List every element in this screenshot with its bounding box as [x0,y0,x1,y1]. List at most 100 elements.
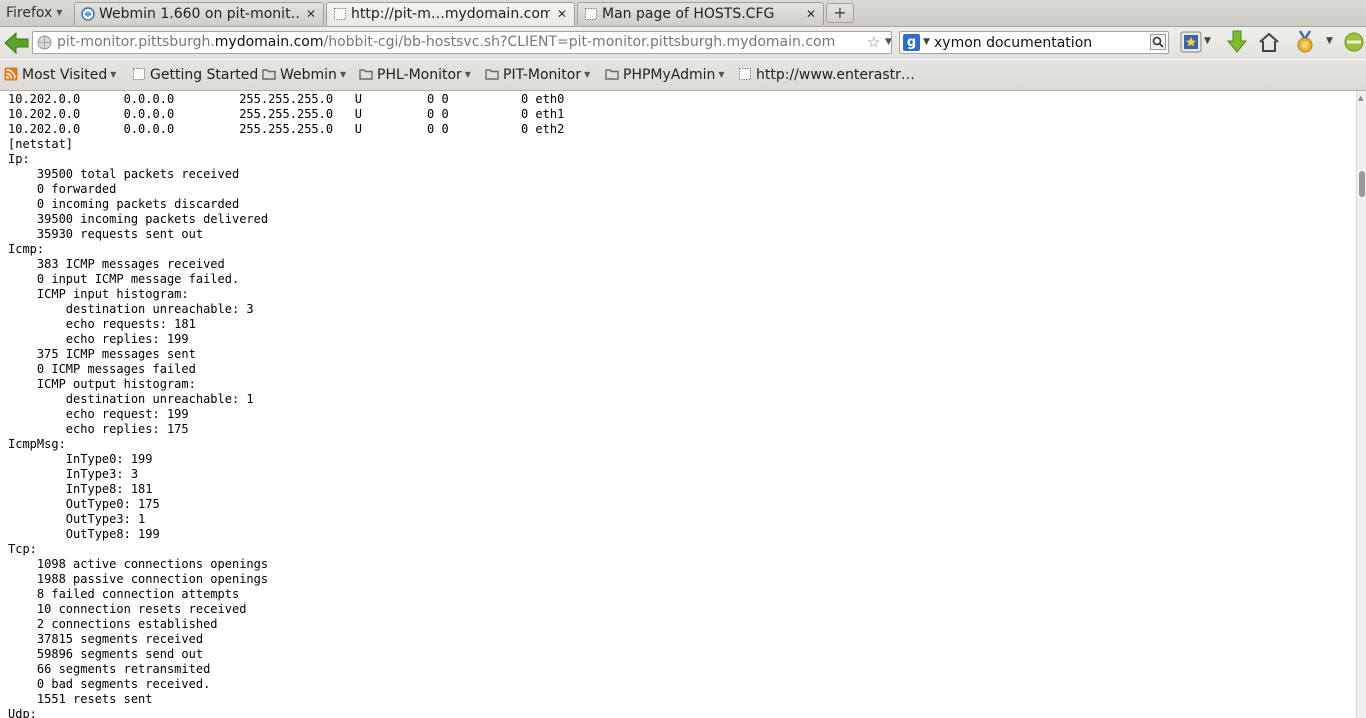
download-arrow-icon[interactable] [1226,30,1248,54]
report-line: 10.202.0.0 0.0.0.0 255.255.255.0 U 0 0 0… [8,107,565,121]
report-line: ICMP input histogram: [8,287,189,301]
report-line: OutType8: 199 [8,527,160,541]
report-line: 2 connections established [8,617,218,631]
tab-hosts-cfg-man[interactable]: Man page of HOSTS.CFG ✕ [577,2,824,25]
bookmark-folder-webmin[interactable]: Webmin ▼ [262,66,346,84]
close-icon[interactable]: ✕ [304,7,318,21]
medal-icon[interactable] [1294,30,1316,54]
report-line: InType0: 199 [8,452,153,466]
close-icon[interactable]: ✕ [555,7,569,21]
blank-page-icon [739,68,751,80]
report-line: Tcp: [8,542,37,556]
bookmark-label: PHPMyAdmin [623,67,716,83]
bookmark-enterasys-link[interactable]: http://www.enterastr… [738,66,915,84]
report-line: echo replies: 175 [8,422,189,436]
chevron-down-icon[interactable]: ▼ [1204,36,1211,46]
google-search-engine-icon[interactable]: g [903,34,920,51]
bookmarks-toolbar: Most Visited ▼ Getting Started Webmin ▼ PH… [0,60,1366,91]
report-line: InType3: 3 [8,467,139,481]
tab-strip: Firefox ▼ Webmin 1.660 on pit-monit… ✕ ht… [0,0,1366,27]
folder-icon [359,69,373,80]
report-line: 1988 passive connection openings [8,572,269,586]
folder-icon [605,69,619,80]
new-tab-button[interactable]: + [826,3,854,23]
tab-webmin[interactable]: Webmin 1.660 on pit-monit… ✕ [74,2,324,25]
search-icon[interactable] [1150,34,1166,50]
report-line: 383 ICMP messages received [8,257,225,271]
bookmark-folder-phpmyadmin[interactable]: PHPMyAdmin ▼ [605,66,725,84]
bookmark-label: PHL-Monitor [377,67,462,83]
extension-icon[interactable] [1344,32,1364,52]
firefox-menu-button[interactable]: Firefox ▼ [0,2,72,24]
scroll-up-icon[interactable]: ▲ [1358,94,1363,102]
report-line: 375 ICMP messages sent [8,347,196,361]
vertical-scrollbar[interactable]: ▲ [1356,91,1366,718]
bookmark-label: PIT-Monitor [503,67,582,83]
report-line: 66 segments retransmited [8,662,211,676]
search-input[interactable] [934,33,1140,52]
report-line: 8 failed connection attempts [8,587,240,601]
report-line: OutType0: 175 [8,497,160,511]
report-line: 0 ICMP messages failed [8,362,196,376]
report-line: 10.202.0.0 0.0.0.0 255.255.255.0 U 0 0 0… [8,122,565,136]
url-bar[interactable]: pit-monitor.pittsburgh.mydomain.com/hobb… [32,31,892,54]
tab-label: Man page of HOSTS.CFG [602,6,775,22]
chevron-down-icon: ▼ [464,70,471,79]
chevron-down-icon: ▼ [110,70,117,79]
chevron-down-icon: ▼ [339,70,347,79]
rss-feed-icon [4,67,18,81]
scrollbar-thumb[interactable] [1359,171,1365,197]
report-line: 0 forwarded [8,182,117,196]
bookmark-getting-started[interactable]: Getting Started [132,66,258,84]
back-arrow-icon[interactable] [3,30,31,56]
report-line: InType8: 181 [8,482,153,496]
blank-page-icon [133,68,145,80]
report-line: 37815 segments received [8,632,204,646]
chevron-down-icon: ▼ [584,70,591,79]
netstat-report-text: 10.202.0.0 0.0.0.0 255.255.255.0 U 0 0 0… [8,92,564,718]
report-line: destination unreachable: 1 [8,392,254,406]
report-line: Icmp: [8,242,45,256]
report-line: 35930 requests sent out [8,227,204,241]
chevron-down-icon[interactable]: ▼ [885,32,891,53]
bookmark-folder-pit-monitor[interactable]: PIT-Monitor ▼ [485,66,590,84]
globe-icon [37,35,52,50]
webmin-icon [81,7,95,21]
bookmark-most-visited[interactable]: Most Visited ▼ [4,66,116,84]
search-bar: g ▼ [899,31,1169,54]
report-line: OutType3: 1 [8,512,146,526]
close-icon[interactable]: ✕ [804,7,818,21]
report-line: 39500 total packets received [8,167,240,181]
report-line: echo requests: 181 [8,317,196,331]
firefox-menu-label: Firefox [6,5,53,21]
report-line: echo replies: 199 [8,332,189,346]
bookmark-folder-phl-monitor[interactable]: PHL-Monitor ▼ [359,66,471,84]
report-line: ICMP output histogram: [8,377,196,391]
report-line: 0 bad segments received. [8,677,211,691]
report-line: 10 connection resets received [8,602,247,616]
page-content: 10.202.0.0 0.0.0.0 255.255.255.0 U 0 0 0… [0,91,1356,718]
report-line: Ip: [8,152,30,166]
report-line: 59896 segments send out [8,647,204,661]
url-prefix: pit-monitor.pittsburgh. [57,34,215,50]
url-path: /hobbit-cgi/bb-hostsvc.sh?CLIENT=pit-mon… [323,34,836,50]
report-line: 39500 incoming packets delivered [8,212,269,226]
tab-hobbit-report[interactable]: http://pit-m…mydomain.com ✕ [326,2,575,26]
blank-page-icon [585,8,597,20]
report-line: 0 input ICMP message failed. [8,272,240,286]
folder-icon [262,69,276,80]
bookmarks-menu-icon[interactable] [1180,31,1202,53]
bookmark-label: http://www.enterastr… [756,67,915,83]
report-line: Udp: [8,707,37,718]
report-line: IcmpMsg: [8,437,66,451]
bookmark-label: Webmin [280,67,337,83]
home-icon[interactable] [1258,31,1280,53]
report-line: 10.202.0.0 0.0.0.0 255.255.255.0 U 0 0 0… [8,92,565,106]
chevron-down-icon[interactable]: ▼ [923,32,930,53]
bookmark-label: Getting Started [150,67,259,83]
chevron-down-icon[interactable]: ▼ [1326,36,1333,46]
url-text: pit-monitor.pittsburgh.mydomain.com/hobb… [57,32,835,53]
chevron-down-icon: ▼ [718,70,725,79]
bookmark-star-icon[interactable]: ☆ [867,32,880,53]
bookmark-label: Most Visited [22,67,108,83]
